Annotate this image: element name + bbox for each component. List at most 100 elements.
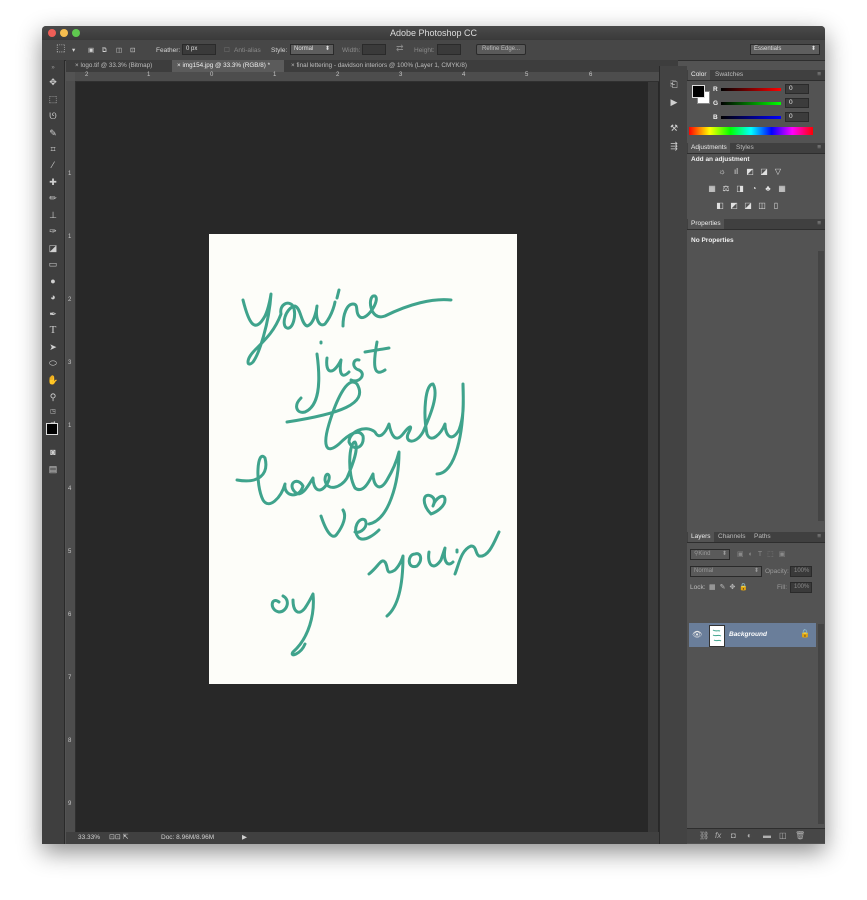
marquee-preset-icon[interactable]: ⬚: [56, 43, 65, 54]
layer-filter-select[interactable]: ⚲Kind ⬍: [690, 549, 730, 560]
tab-paths[interactable]: Paths: [751, 532, 774, 542]
refine-edge-button[interactable]: Refine Edge...: [476, 44, 526, 55]
exposure-icon[interactable]: ◪: [759, 167, 769, 176]
adjustment-layer-icon[interactable]: ◐: [747, 831, 752, 840]
levels-icon[interactable]: ıl: [731, 167, 741, 176]
gradient-tool-icon[interactable]: ▭: [47, 258, 59, 270]
layers-scrollbar[interactable]: [818, 624, 824, 824]
zoom-tool-icon[interactable]: ⚲: [47, 391, 59, 403]
tab-color[interactable]: Color: [688, 70, 710, 80]
posterize-icon[interactable]: ◩: [729, 201, 739, 210]
vibrance-icon[interactable]: ▽: [773, 167, 783, 176]
blur-tool-icon[interactable]: ●: [47, 275, 59, 287]
color-balance-icon[interactable]: ⚖: [721, 184, 731, 193]
workspace-select[interactable]: Essentials ⬍: [750, 44, 820, 55]
zoom-level[interactable]: 33.33%: [78, 834, 100, 841]
pen-tool-icon[interactable]: ✒: [47, 308, 59, 320]
green-input[interactable]: 0: [785, 98, 809, 108]
clone-stamp-tool-icon[interactable]: ⊥: [47, 209, 59, 221]
status-menu-arrow-icon[interactable]: ▶: [242, 833, 247, 841]
dodge-tool-icon[interactable]: ◕: [47, 291, 59, 303]
tab-layers[interactable]: Layers: [688, 532, 714, 542]
color-lookup-icon[interactable]: ▦: [777, 184, 787, 193]
foreground-color-swatch[interactable]: [692, 85, 705, 98]
feather-input[interactable]: 0 px: [182, 44, 216, 55]
green-slider[interactable]: [721, 102, 781, 105]
selective-color-icon[interactable]: ◫: [757, 201, 767, 210]
tab-channels[interactable]: Channels: [715, 532, 748, 542]
move-tool-icon[interactable]: ✥: [47, 76, 59, 88]
intersect-selection-icon[interactable]: ⊡: [130, 45, 135, 56]
foreground-color-swatch[interactable]: [46, 423, 58, 435]
close-tab-icon[interactable]: ×: [75, 62, 79, 69]
close-window-button[interactable]: [48, 29, 56, 37]
lock-icons[interactable]: ▦✎✥🔒: [709, 583, 752, 591]
blend-mode-select[interactable]: Normal ⬍: [690, 566, 762, 577]
healing-brush-tool-icon[interactable]: ✚: [47, 176, 59, 188]
canvas-vertical-scrollbar[interactable]: [648, 82, 658, 832]
add-mask-icon[interactable]: ◘: [731, 831, 736, 840]
path-selection-tool-icon[interactable]: ➤: [47, 341, 59, 353]
quick-selection-tool-icon[interactable]: ✎: [47, 127, 59, 139]
tool-presets-icon[interactable]: ⚒: [668, 122, 680, 134]
fill-input[interactable]: 100%: [790, 582, 812, 593]
panel-menu-icon[interactable]: ≡: [814, 219, 824, 229]
tab-properties[interactable]: Properties: [688, 219, 724, 229]
new-selection-icon[interactable]: ▣: [88, 45, 94, 56]
close-tab-icon[interactable]: ×: [177, 62, 181, 69]
history-brush-tool-icon[interactable]: ✑: [47, 225, 59, 237]
tab-swatches[interactable]: Swatches: [712, 70, 746, 80]
eye-icon[interactable]: 👁: [692, 630, 702, 639]
brush-tool-icon[interactable]: ✏: [47, 192, 59, 204]
collapse-tools-icon[interactable]: »: [47, 62, 59, 74]
minimize-window-button[interactable]: [60, 29, 68, 37]
lasso-tool-icon[interactable]: ᘎ: [47, 110, 59, 122]
marquee-tool-icon[interactable]: ⬚: [47, 93, 59, 105]
channel-mixer-icon[interactable]: ♣: [763, 184, 773, 193]
brightness-contrast-icon[interactable]: ☼: [717, 167, 727, 176]
gradient-map-icon[interactable]: ▯: [771, 201, 781, 210]
document-tab-active[interactable]: × img154.jpg @ 33.3% (RGB/8) *: [172, 60, 284, 72]
threshold-icon[interactable]: ◪: [743, 201, 753, 210]
crop-tool-icon[interactable]: ⌗: [47, 143, 59, 155]
layer-filter-icons[interactable]: ▣◐T⬚▣: [737, 550, 790, 558]
quick-mask-icon[interactable]: ◙: [47, 446, 59, 458]
document-canvas[interactable]: [76, 82, 672, 832]
eyedropper-tool-icon[interactable]: ⁄: [47, 159, 59, 171]
curves-icon[interactable]: ◩: [745, 167, 755, 176]
layer-style-icon[interactable]: fx: [715, 831, 721, 840]
subtract-selection-icon[interactable]: ◫: [116, 45, 122, 56]
brush-panel-icon[interactable]: ⇶: [668, 140, 680, 152]
panel-menu-icon[interactable]: ≡: [814, 532, 824, 542]
panel-menu-icon[interactable]: ≡: [814, 143, 824, 153]
swap-colors-icon[interactable]: ◳ ⇄: [47, 406, 59, 427]
ellipse-tool-icon[interactable]: ⬭: [47, 357, 59, 369]
hue-saturation-icon[interactable]: ▦: [707, 184, 717, 193]
new-layer-icon[interactable]: ◫: [779, 831, 787, 840]
width-input[interactable]: [362, 44, 386, 55]
link-layers-icon[interactable]: ⛓: [699, 831, 709, 840]
properties-scrollbar[interactable]: [818, 251, 824, 521]
height-input[interactable]: [437, 44, 461, 55]
preset-dropdown-icon[interactable]: ▾: [72, 45, 75, 56]
type-tool-icon[interactable]: T: [47, 324, 59, 336]
opacity-input[interactable]: 100%: [790, 566, 812, 577]
history-panel-icon[interactable]: ⎗: [668, 78, 680, 90]
blue-slider[interactable]: [721, 116, 781, 119]
panel-menu-icon[interactable]: ≡: [814, 70, 824, 80]
eraser-tool-icon[interactable]: ◪: [47, 242, 59, 254]
swap-dimensions-icon[interactable]: ⇄: [396, 43, 404, 54]
close-tab-icon[interactable]: ×: [291, 62, 295, 69]
add-selection-icon[interactable]: ⧉: [102, 45, 107, 56]
red-slider[interactable]: [721, 88, 781, 91]
invert-icon[interactable]: ◧: [715, 201, 725, 210]
tab-adjustments[interactable]: Adjustments: [688, 143, 730, 153]
trash-icon[interactable]: 🗑: [795, 831, 805, 840]
document-tab[interactable]: × logo.tif @ 33.3% (Bitmap): [70, 60, 170, 72]
screen-mode-icon[interactable]: ▤: [47, 463, 59, 475]
black-white-icon[interactable]: ◨: [735, 184, 745, 193]
actions-panel-icon[interactable]: ▶: [668, 96, 680, 108]
tab-styles[interactable]: Styles: [733, 143, 757, 153]
hand-tool-icon[interactable]: ✋: [47, 374, 59, 386]
layer-row-background[interactable]: 👁 Background 🔒: [689, 623, 816, 647]
